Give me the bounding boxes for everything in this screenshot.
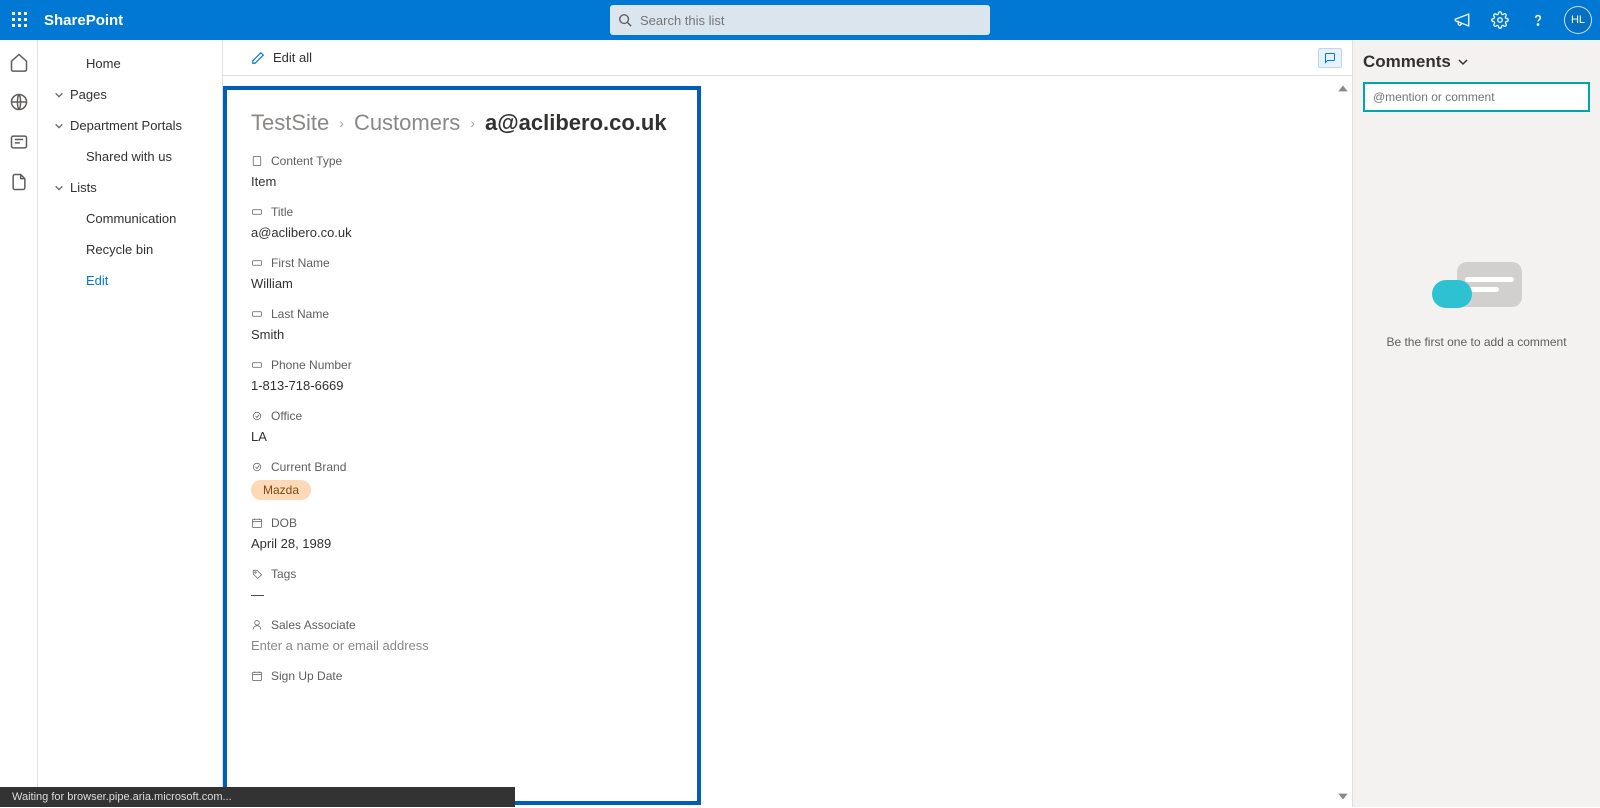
scroll-up-arrow[interactable] [1336, 82, 1350, 96]
field-signup-date: Sign Up Date [251, 669, 673, 683]
field-sales-associate: Sales Associate Enter a name or email ad… [251, 618, 673, 653]
site-nav: Home Pages Department Portals Shared wit… [38, 40, 223, 807]
field-tags: Tags — [251, 567, 673, 602]
field-last-name: Last Name Smith [251, 307, 673, 342]
news-icon[interactable] [9, 132, 29, 152]
brand-name[interactable]: SharePoint [44, 12, 123, 29]
comment-bubbles-icon [1432, 262, 1522, 317]
chevron-right-icon: › [470, 115, 475, 131]
avatar[interactable]: HL [1564, 6, 1592, 34]
files-icon[interactable] [9, 172, 29, 192]
comments-header[interactable]: Comments [1363, 52, 1590, 72]
nav-home[interactable]: Home [38, 48, 222, 79]
breadcrumb-list[interactable]: Customers [354, 110, 460, 136]
app-launcher[interactable] [0, 0, 40, 40]
search-icon [618, 13, 632, 27]
home-icon[interactable] [9, 52, 29, 72]
app-bar [0, 40, 38, 807]
comments-panel: Comments Be the first one to add a comme… [1352, 40, 1600, 807]
tags-icon [251, 568, 263, 580]
calendar-icon [251, 670, 263, 682]
globe-icon[interactable] [9, 92, 29, 112]
document-icon [251, 155, 263, 167]
pencil-icon [251, 51, 265, 65]
nav-communication[interactable]: Communication [38, 203, 222, 234]
textbox-icon [251, 257, 263, 269]
breadcrumb-item: a@aclibero.co.uk [485, 110, 667, 136]
search-input[interactable] [640, 13, 982, 28]
nav-lists[interactable]: Lists [38, 172, 222, 203]
breadcrumb: TestSite › Customers › a@aclibero.co.uk [251, 110, 673, 136]
person-icon [251, 619, 263, 631]
megaphone-icon[interactable] [1450, 8, 1474, 32]
comment-input[interactable] [1363, 82, 1590, 112]
nav-pages[interactable]: Pages [38, 79, 222, 110]
chevron-down-icon [54, 90, 64, 100]
edit-all-button[interactable]: Edit all [251, 50, 312, 65]
command-bar: Edit all [223, 40, 1352, 76]
chevron-down-icon [1457, 56, 1469, 68]
search-input-container[interactable] [610, 5, 990, 35]
item-form: TestSite › Customers › a@aclibero.co.uk … [223, 86, 701, 805]
calendar-icon [251, 517, 263, 529]
field-dob: DOB April 28, 1989 [251, 516, 673, 551]
nav-recycle-bin[interactable]: Recycle bin [38, 234, 222, 265]
field-office: Office LA [251, 409, 673, 444]
field-first-name: First Name William [251, 256, 673, 291]
chevron-down-icon [54, 121, 64, 131]
gear-icon[interactable] [1488, 8, 1512, 32]
choice-icon [251, 461, 263, 473]
browser-status-bar: Waiting for browser.pipe.aria.microsoft.… [0, 787, 515, 807]
nav-edit-link[interactable]: Edit [38, 265, 222, 296]
breadcrumb-site[interactable]: TestSite [251, 110, 329, 136]
content-area: Edit all TestSite › Customers › a@aclibe… [223, 40, 1352, 807]
textbox-icon [251, 359, 263, 371]
comment-icon [1323, 52, 1337, 64]
scroll-down-arrow[interactable] [1336, 789, 1350, 803]
help-icon[interactable] [1526, 8, 1550, 32]
field-current-brand: Current Brand Mazda [251, 460, 673, 500]
comment-pane-toggle[interactable] [1318, 48, 1342, 68]
nav-shared[interactable]: Shared with us [38, 141, 222, 172]
chevron-down-icon [54, 183, 64, 193]
field-content-type: Content Type Item [251, 154, 673, 189]
field-phone: Phone Number 1-813-718-6669 [251, 358, 673, 393]
comments-empty-state: Be the first one to add a comment [1363, 262, 1590, 349]
textbox-icon [251, 206, 263, 218]
suite-header: SharePoint HL [0, 0, 1600, 40]
brand-pill: Mazda [251, 480, 311, 500]
field-title: Title a@aclibero.co.uk [251, 205, 673, 240]
textbox-icon [251, 308, 263, 320]
nav-dept-portals[interactable]: Department Portals [38, 110, 222, 141]
choice-icon [251, 410, 263, 422]
chevron-right-icon: › [339, 115, 344, 131]
